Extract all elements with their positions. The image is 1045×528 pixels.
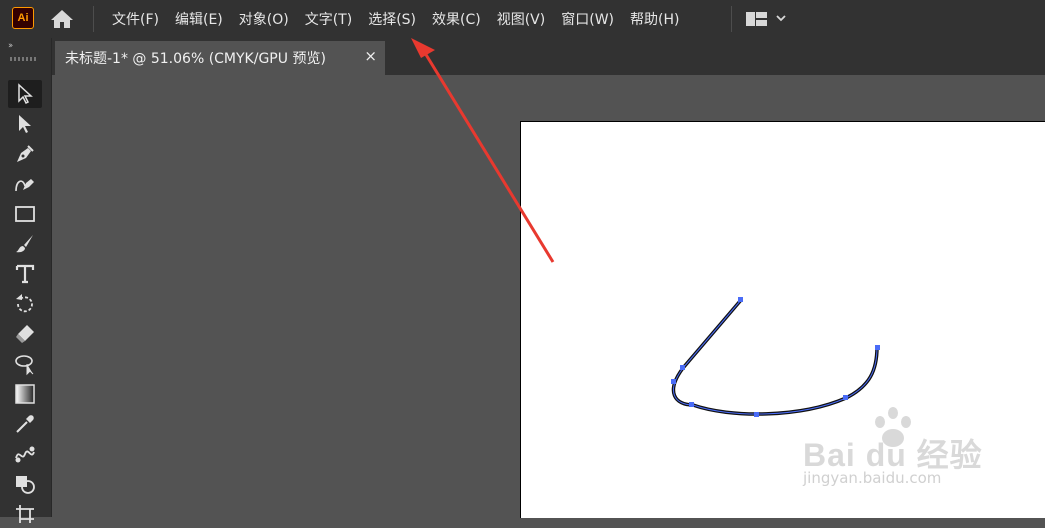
- menu-select[interactable]: 选择(S): [360, 9, 424, 29]
- menu-separator: [93, 6, 94, 32]
- document-tab[interactable]: 未标题-1* @ 51.06% (CMYK/GPU 预览) ×: [55, 41, 385, 75]
- menu-file[interactable]: 文件(F): [104, 9, 167, 29]
- direct-selection-tool-icon[interactable]: [8, 110, 42, 138]
- shape-builder-tool-icon[interactable]: [8, 470, 42, 498]
- menu-edit[interactable]: 编辑(E): [167, 9, 231, 29]
- menu-type[interactable]: 文字(T): [297, 9, 360, 29]
- watermark-url: jingyan.baidu.com: [803, 469, 942, 487]
- artboard-tool-icon[interactable]: [8, 500, 42, 528]
- selection-tool-icon[interactable]: [8, 80, 42, 108]
- eyedropper-tool-icon[interactable]: [8, 410, 42, 438]
- menu-object[interactable]: 对象(O): [231, 9, 297, 29]
- blend-tool-icon[interactable]: [8, 440, 42, 468]
- tools-panel: ››: [0, 38, 52, 523]
- rotate-tool-icon[interactable]: [8, 290, 42, 318]
- workspace-switcher-icon[interactable]: [745, 11, 791, 27]
- curvature-tool-icon[interactable]: [8, 170, 42, 198]
- app-logo: Ai: [12, 7, 34, 29]
- document-tab-title: 未标题-1* @ 51.06% (CMYK/GPU 预览): [65, 51, 326, 67]
- document-tab-bar: 未标题-1* @ 51.06% (CMYK/GPU 预览) ×: [52, 38, 1045, 75]
- pen-tool-icon[interactable]: [8, 140, 42, 168]
- menu-help[interactable]: 帮助(H): [622, 9, 687, 29]
- close-tab-icon[interactable]: ×: [364, 47, 377, 65]
- panel-grip[interactable]: [10, 57, 38, 61]
- lasso-tool-icon[interactable]: [8, 350, 42, 378]
- menu-window[interactable]: 窗口(W): [553, 9, 622, 29]
- menu-effect[interactable]: 效果(C): [424, 9, 489, 29]
- type-tool-icon[interactable]: [8, 260, 42, 288]
- eraser-tool-icon[interactable]: [8, 320, 42, 348]
- rectangle-tool-icon[interactable]: [8, 200, 42, 228]
- home-icon[interactable]: [49, 8, 75, 30]
- collapse-panel-icon[interactable]: ››: [8, 41, 13, 51]
- menu-bar: Ai 文件(F) 编辑(E) 对象(O) 文字(T) 选择(S) 效果(C) 视…: [0, 0, 1045, 38]
- menu-items: 文件(F) 编辑(E) 对象(O) 文字(T) 选择(S) 效果(C) 视图(V…: [104, 0, 687, 38]
- gradient-tool-icon[interactable]: [8, 380, 42, 408]
- menu-view[interactable]: 视图(V): [489, 9, 554, 29]
- menu-separator: [731, 6, 732, 32]
- paintbrush-tool-icon[interactable]: [8, 230, 42, 258]
